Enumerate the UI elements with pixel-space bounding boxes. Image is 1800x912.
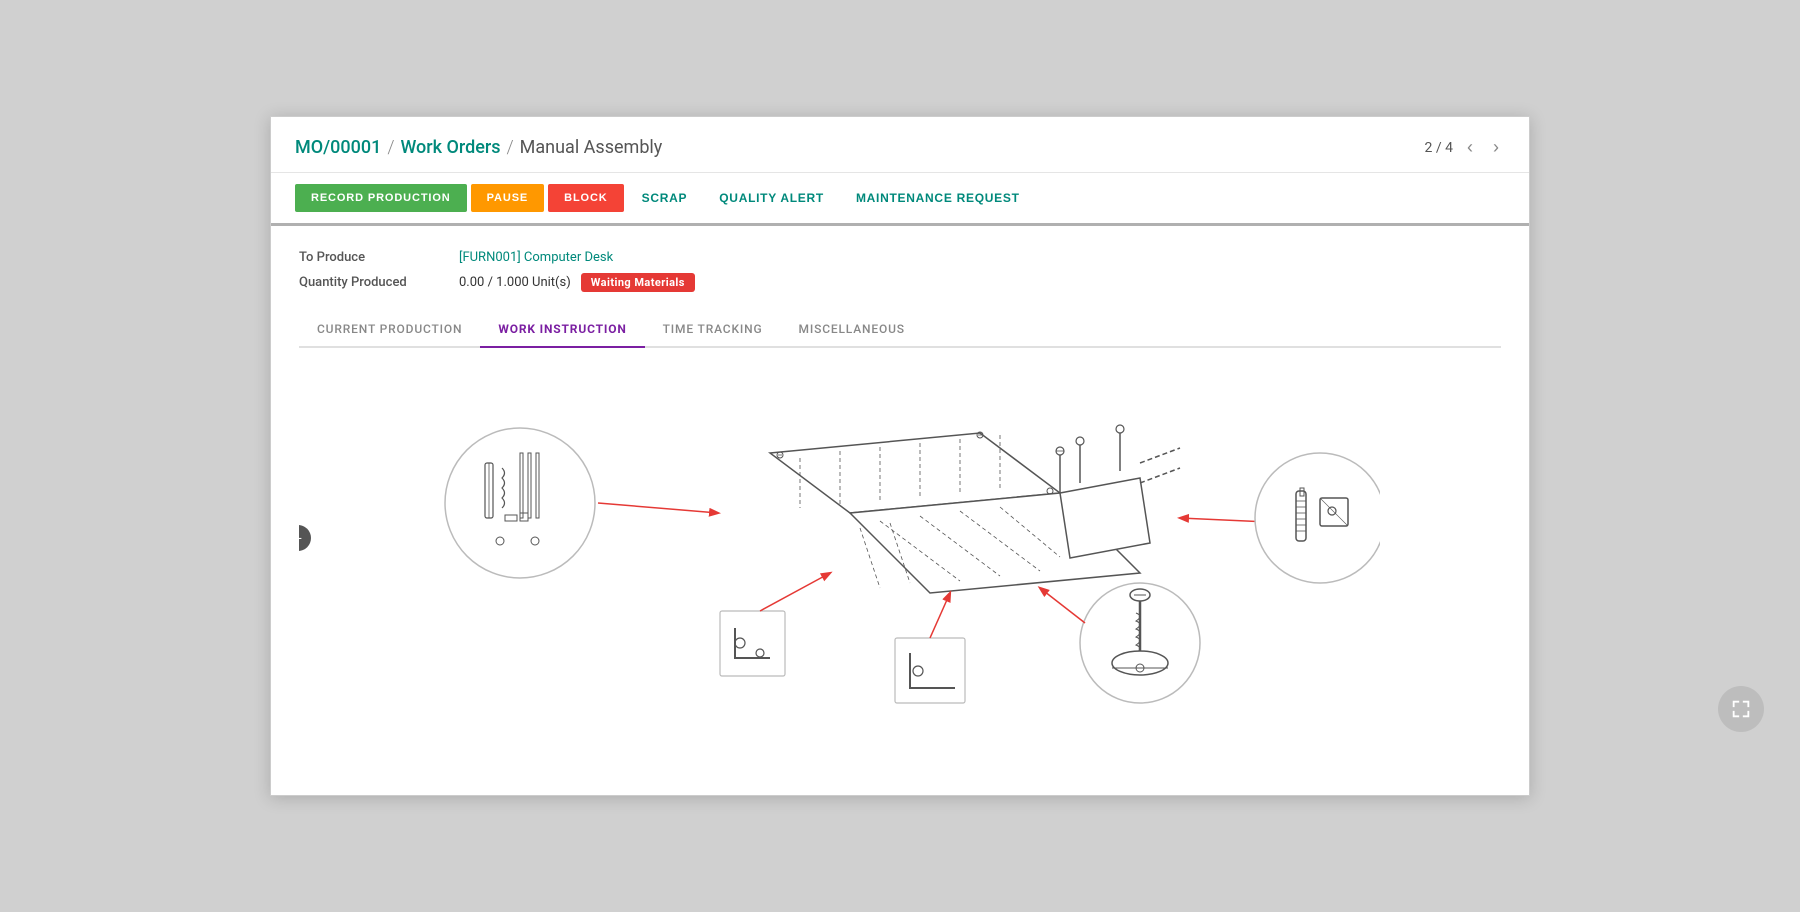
tab-time-tracking[interactable]: TIME TRACKING [645,312,781,348]
assembly-diagram [420,368,1380,708]
tab-work-instruction[interactable]: WORK INSTRUCTION [480,312,644,348]
tab-current-production[interactable]: CURRENT PRODUCTION [299,312,480,348]
nav-pager: 2 / 4 [1425,140,1453,156]
quantity-value: 0.00 / 1.000 Unit(s) [459,275,571,290]
breadcrumb-sep2: / [507,137,514,158]
fullscreen-icon [1730,698,1752,720]
breadcrumb-mo[interactable]: MO/00001 [295,137,381,158]
toolbar: RECORD PRODUCTION PAUSE BLOCK SCRAP QUAL… [271,173,1529,226]
instruction-area: − [299,348,1501,728]
breadcrumb: MO/00001 / Work Orders / Manual Assembly [295,137,662,158]
block-button[interactable]: BLOCK [548,184,624,212]
quantity-label: Quantity Produced [299,275,459,290]
quantity-row: Quantity Produced 0.00 / 1.000 Unit(s) W… [299,273,1501,292]
quality-alert-button[interactable]: QUALITY ALERT [705,183,838,213]
pause-button[interactable]: PAUSE [471,184,544,212]
nav-controls: 2 / 4 ‹ › [1425,135,1505,160]
breadcrumb-page: Manual Assembly [520,137,663,158]
fullscreen-float-button[interactable] [1718,686,1764,732]
record-production-button[interactable]: RECORD PRODUCTION [295,184,467,212]
to-produce-row: To Produce [FURN001] Computer Desk [299,250,1501,265]
breadcrumb-work-orders[interactable]: Work Orders [400,137,500,158]
content-area: To Produce [FURN001] Computer Desk Quant… [271,226,1529,728]
nav-prev-button[interactable]: ‹ [1461,135,1479,160]
nav-next-button[interactable]: › [1487,135,1505,160]
header: MO/00001 / Work Orders / Manual Assembly… [271,117,1529,173]
tabs: CURRENT PRODUCTION WORK INSTRUCTION TIME… [299,312,1501,348]
main-window: MO/00001 / Work Orders / Manual Assembly… [270,116,1530,796]
tab-miscellaneous[interactable]: MISCELLANEOUS [781,312,923,348]
scrap-button[interactable]: SCRAP [628,183,702,213]
to-produce-value[interactable]: [FURN001] Computer Desk [459,250,613,265]
to-produce-label: To Produce [299,250,459,265]
breadcrumb-sep1: / [387,137,394,158]
info-section: To Produce [FURN001] Computer Desk Quant… [299,250,1501,292]
side-toggle-button[interactable]: − [299,525,311,551]
waiting-materials-badge: Waiting Materials [581,273,695,292]
maintenance-request-button[interactable]: MAINTENANCE REQUEST [842,183,1034,213]
